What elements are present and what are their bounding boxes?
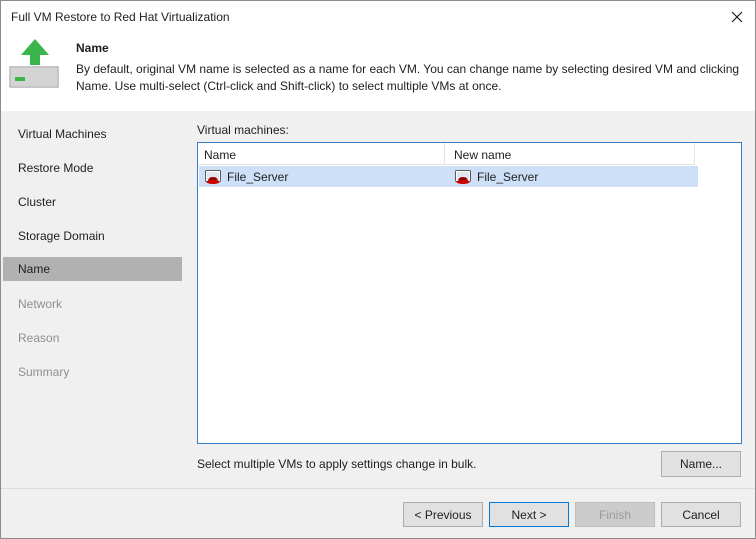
column-divider — [444, 143, 445, 165]
vm-list-header: Name New name — [198, 143, 695, 165]
window-title: Full VM Restore to Red Hat Virtualizatio… — [11, 10, 230, 24]
close-icon — [731, 11, 743, 23]
name-button[interactable]: Name... — [661, 451, 741, 477]
cancel-button[interactable]: Cancel — [661, 502, 741, 527]
vm-new-name-cell: File_Server — [455, 166, 538, 187]
previous-button[interactable]: < Previous — [403, 502, 483, 527]
wizard-steps: Virtual Machines Restore Mode Cluster St… — [1, 111, 182, 488]
vm-name: File_Server — [227, 169, 289, 184]
virtual-machines-label: Virtual machines: — [197, 123, 289, 137]
close-button[interactable] — [723, 3, 751, 31]
step-network: Network — [18, 297, 63, 311]
column-name[interactable]: Name — [204, 148, 236, 162]
wizard-footer: < Previous Next > Finish Cancel — [1, 488, 755, 538]
step-name[interactable]: Name — [3, 257, 182, 281]
header-title: Name — [76, 41, 109, 55]
redhat-vm-icon — [455, 169, 471, 184]
wizard-window: Full VM Restore to Red Hat Virtualizatio… — [0, 0, 756, 539]
step-reason: Reason — [18, 331, 60, 345]
step-cluster[interactable]: Cluster — [3, 190, 182, 214]
vm-name-cell: File_Server — [205, 166, 288, 187]
next-button[interactable]: Next > — [489, 502, 569, 527]
column-new-name[interactable]: New name — [454, 148, 511, 162]
step-summary: Summary — [18, 365, 70, 379]
wizard-header: Name By default, original VM name is sel… — [1, 33, 755, 111]
redhat-vm-icon — [205, 169, 221, 184]
title-bar: Full VM Restore to Red Hat Virtualizatio… — [1, 1, 755, 33]
finish-button: Finish — [575, 502, 655, 527]
step-virtual-machines[interactable]: Virtual Machines — [3, 122, 182, 146]
column-divider — [694, 143, 695, 165]
vm-new-name: File_Server — [477, 169, 539, 184]
step-storage-domain[interactable]: Storage Domain — [3, 224, 182, 248]
vm-row[interactable]: File_Server File_Server — [199, 166, 698, 187]
restore-upload-icon — [9, 39, 59, 88]
bulk-hint: Select multiple VMs to apply settings ch… — [197, 457, 477, 471]
wizard-content: Virtual machines: Name New name File_Ser… — [182, 111, 755, 488]
header-description: By default, original VM name is selected… — [76, 62, 740, 93]
step-restore-mode[interactable]: Restore Mode — [3, 156, 182, 180]
vm-list[interactable]: Name New name File_Server File_Server — [197, 142, 742, 444]
